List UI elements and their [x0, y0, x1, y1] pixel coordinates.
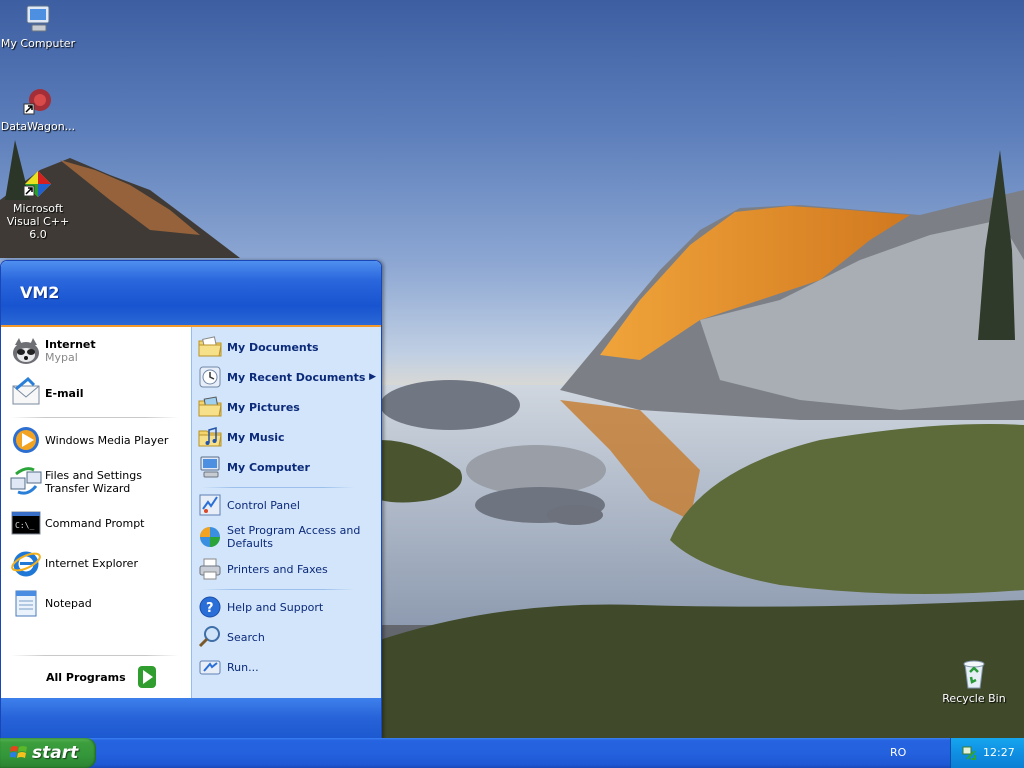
datawagon-icon	[22, 86, 54, 118]
pinned-item-label: E-mail	[45, 386, 84, 400]
printer-icon	[198, 557, 222, 581]
program-item-label: Command Prompt	[45, 516, 145, 530]
program-item-label: Internet Explorer	[45, 556, 138, 570]
settings-item-printers-and-faxes[interactable]: Printers and Faxes	[198, 554, 328, 584]
place-item-my-music[interactable]: My Music	[198, 422, 285, 452]
system-clock[interactable]: 12:27	[983, 746, 1015, 759]
program-item-transfer-wizard[interactable]: Files and Settings Transfer Wizard	[10, 462, 180, 502]
settings-item-label: Printers and Faxes	[227, 562, 328, 576]
program-item-windows-media-player[interactable]: Windows Media Player	[10, 422, 168, 458]
desktop-icon-label: My Computer	[0, 37, 76, 50]
pinned-item-internet[interactable]: Internet Mypal	[10, 333, 96, 369]
media-player-icon	[10, 424, 42, 456]
settings-item-label: Set Program Access and Defaults	[227, 524, 361, 550]
visual-cpp-icon	[22, 168, 54, 200]
program-item-command-prompt[interactable]: C:\_ Command Prompt	[10, 505, 145, 541]
computer-icon	[198, 455, 222, 479]
transfer-wizard-icon	[10, 466, 42, 498]
internet-explorer-icon	[10, 547, 42, 579]
start-menu-header: VM2	[1, 261, 381, 327]
place-item-my-recent-documents[interactable]: My Recent Documents ▶	[198, 362, 376, 392]
place-item-label: My Computer	[227, 460, 310, 474]
tool-item-run[interactable]: Run...	[198, 652, 259, 682]
desktop-icon-my-computer[interactable]: My Computer	[0, 3, 76, 50]
submenu-arrow-icon: ▶	[369, 372, 376, 382]
separator	[202, 589, 354, 590]
tool-item-label: Help and Support	[227, 600, 324, 614]
tool-item-help-and-support[interactable]: ? Help and Support	[198, 592, 323, 622]
tool-item-label: Search	[227, 630, 265, 644]
desktop-icon-datawagon[interactable]: DataWagon...	[0, 86, 76, 133]
place-item-label: My Documents	[227, 340, 319, 354]
place-item-my-computer[interactable]: My Computer	[198, 452, 310, 482]
desktop-icon-visual-cpp[interactable]: Microsoft Visual C++ 6.0	[0, 168, 76, 241]
settings-item-control-panel[interactable]: Control Panel	[198, 490, 300, 520]
arrow-right-icon	[137, 666, 156, 688]
program-item-label: Files and Settings Transfer Wizard	[45, 469, 142, 495]
network-status-icon[interactable]	[961, 745, 977, 761]
mypal-browser-icon	[10, 335, 42, 367]
settings-item-program-access[interactable]: Set Program Access and Defaults	[198, 520, 376, 554]
start-button-label: start	[32, 743, 79, 763]
user-name: VM2	[20, 283, 60, 302]
start-menu-left-pane: Internet Mypal E-mail Windows Media Play…	[1, 327, 190, 698]
start-button[interactable]: start	[0, 738, 96, 768]
desktop-icon-recycle-bin[interactable]: Recycle Bin	[936, 658, 1012, 705]
taskbar: start RO 12:27	[0, 738, 1024, 768]
settings-item-label: Control Panel	[227, 498, 300, 512]
all-programs-label: All Programs	[46, 670, 126, 684]
program-item-internet-explorer[interactable]: Internet Explorer	[10, 545, 138, 581]
separator	[202, 487, 354, 488]
recent-documents-icon	[198, 365, 222, 389]
pinned-item-email[interactable]: E-mail	[10, 375, 84, 411]
run-icon	[198, 655, 222, 679]
program-item-label: Windows Media Player	[45, 433, 169, 447]
notepad-icon	[10, 587, 42, 619]
tool-item-label: Run...	[227, 660, 259, 674]
program-item-notepad[interactable]: Notepad	[10, 585, 92, 621]
place-item-my-pictures[interactable]: My Pictures	[198, 392, 300, 422]
recycle-bin-icon	[958, 658, 990, 690]
start-menu-right-pane: My Documents My Recent Documents ▶ My Pi…	[191, 327, 381, 698]
pinned-item-label: Internet	[45, 338, 96, 351]
svg-text:?: ?	[206, 601, 214, 616]
desktop-icon-label: Microsoft Visual C++ 6.0	[6, 202, 70, 241]
command-prompt-icon: C:\_	[10, 507, 42, 539]
my-computer-icon	[22, 3, 54, 35]
svg-text:C:\_: C:\_	[15, 521, 34, 530]
desktop-icon-label: DataWagon...	[0, 120, 76, 133]
pinned-item-sublabel: Mypal	[45, 351, 78, 364]
folder-music-icon	[198, 425, 222, 449]
help-icon: ?	[198, 595, 222, 619]
place-item-label: My Recent Documents	[227, 370, 366, 384]
search-icon	[198, 625, 222, 649]
folder-pictures-icon	[198, 395, 222, 419]
folder-documents-icon	[198, 335, 222, 359]
tool-item-search[interactable]: Search	[198, 622, 265, 652]
all-programs-button[interactable]: All Programs	[46, 662, 156, 692]
email-icon	[10, 376, 42, 409]
windows-logo-icon	[9, 744, 28, 762]
start-menu: VM2 Internet Mypal E-mail Windows Media …	[0, 260, 382, 739]
start-menu-footer	[1, 698, 381, 739]
program-item-label: Notepad	[45, 596, 92, 610]
place-item-my-documents[interactable]: My Documents	[198, 332, 319, 362]
place-item-label: My Music	[227, 430, 285, 444]
separator	[11, 417, 179, 418]
control-panel-icon	[198, 493, 222, 517]
place-item-label: My Pictures	[227, 400, 300, 414]
separator	[11, 655, 179, 656]
desktop-icon-label: Recycle Bin	[942, 692, 1006, 705]
language-indicator[interactable]: RO	[890, 746, 906, 759]
program-defaults-icon	[198, 525, 222, 549]
